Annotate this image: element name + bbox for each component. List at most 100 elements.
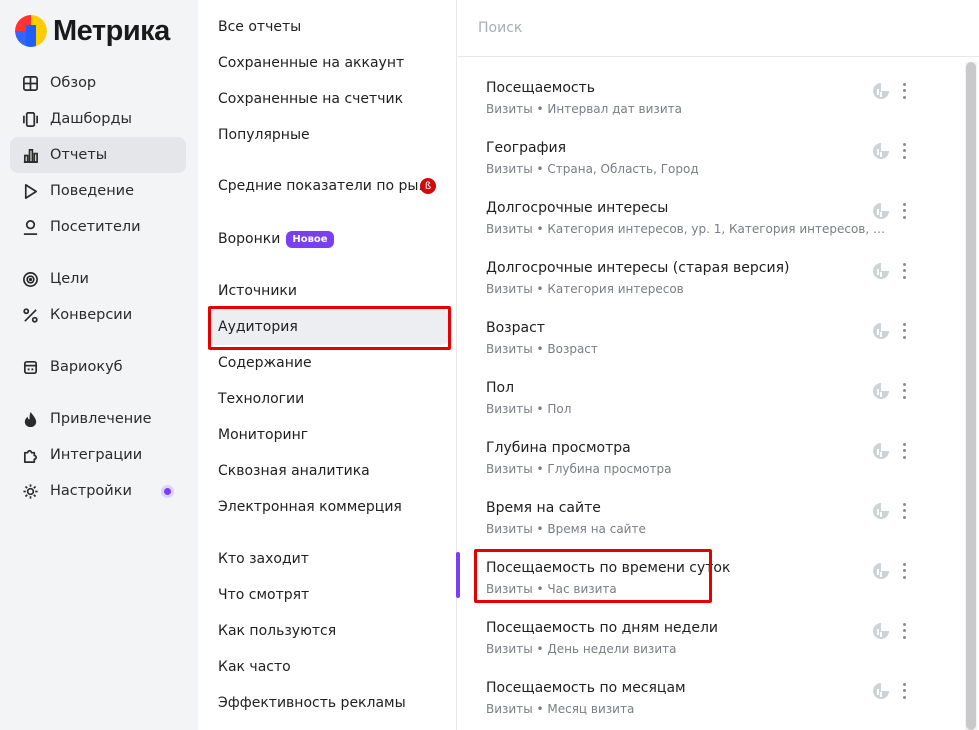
report-chart-icon[interactable]	[872, 142, 890, 160]
more-options-icon[interactable]	[900, 261, 908, 281]
menu-item-audience[interactable]: Аудитория	[208, 309, 448, 345]
report-chart-icon[interactable]	[872, 622, 890, 640]
report-row[interactable]: Посещаемость по дням недели Визиты • День…	[474, 617, 954, 669]
sidebar-item-variocube[interactable]: Вариокуб	[10, 349, 186, 385]
report-row[interactable]: Глубина просмотра Визиты • Глубина просмо…	[474, 437, 954, 489]
sidebar-item-dashboards[interactable]: Дашборды	[10, 101, 186, 137]
report-chart-icon[interactable]	[872, 262, 890, 280]
report-row[interactable]: Возраст Визиты • Возраст	[474, 317, 954, 369]
sidebar: Метрика Обзор Дашборды Отчеты Поведение …	[0, 0, 198, 730]
visitors-icon	[21, 218, 39, 236]
report-chart-icon[interactable]	[872, 682, 890, 700]
menu-item-content[interactable]: Содержание	[208, 345, 448, 381]
report-row[interactable]: Посещаемость Визиты • Интервал дат визита	[474, 77, 954, 129]
report-title: География	[486, 140, 567, 156]
goals-icon	[21, 270, 39, 288]
menu-item-funnels[interactable]: Воронки Новое	[208, 221, 448, 257]
report-chart-icon[interactable]	[872, 322, 890, 340]
report-chart-icon[interactable]	[872, 382, 890, 400]
more-options-icon[interactable]	[900, 561, 908, 581]
menu-item-all-reports[interactable]: Все отчеты	[208, 9, 448, 45]
report-subtitle: Визиты • Возраст	[486, 342, 598, 356]
menu-item-label: Кто заходит	[218, 551, 309, 567]
menu-item-monitoring[interactable]: Мониторинг	[208, 417, 448, 453]
menu-item-end-to-end-analytics[interactable]: Сквозная аналитика	[208, 453, 448, 489]
report-row[interactable]: География Визиты • Страна, Область, Город	[474, 137, 954, 189]
menu-item-how-they-use[interactable]: Как пользуются	[208, 613, 448, 649]
report-categories-menu: Все отчеты Сохраненные на аккаунт Сохран…	[198, 0, 457, 730]
more-options-icon[interactable]	[900, 501, 908, 521]
sidebar-item-conversions[interactable]: Конверсии	[10, 297, 186, 333]
menu-item-popular[interactable]: Популярные	[208, 117, 448, 153]
menu-item-saved-counter[interactable]: Сохраненные на счетчик	[208, 81, 448, 117]
sidebar-item-label: Конверсии	[50, 307, 133, 323]
menu-item-what-they-view[interactable]: Что смотрят	[208, 577, 448, 613]
report-row[interactable]: Посещаемость по месяцам Визиты • Месяц ви…	[474, 677, 954, 729]
report-subtitle: Визиты • Пол	[486, 402, 572, 416]
settings-icon	[21, 482, 39, 500]
integrations-icon	[21, 446, 39, 464]
report-subtitle: Визиты • Категория интересов	[486, 282, 684, 296]
menu-item-label: Сохраненные на аккаунт	[218, 55, 405, 71]
report-chart-icon[interactable]	[872, 202, 890, 220]
variocube-icon	[21, 358, 39, 376]
report-subtitle: Визиты • Категория интересов, ур. 1, Кат…	[486, 222, 886, 236]
report-title: Посещаемость по дням недели	[486, 620, 719, 636]
sidebar-item-behavior[interactable]: Поведение	[10, 173, 186, 209]
report-row[interactable]: Долгосрочные интересы Визиты • Категория …	[474, 197, 954, 249]
sidebar-item-label: Посетители	[50, 219, 141, 235]
report-subtitle: Визиты • Час визита	[486, 582, 617, 596]
menu-item-technologies[interactable]: Технологии	[208, 381, 448, 417]
menu-item-ad-effectiveness[interactable]: Эффективность рекламы	[208, 685, 448, 721]
report-subtitle: Визиты • День недели визита	[486, 642, 677, 656]
report-row[interactable]: Пол Визиты • Пол	[474, 377, 954, 429]
more-options-icon[interactable]	[900, 321, 908, 341]
sidebar-item-overview[interactable]: Обзор	[10, 65, 186, 101]
logo[interactable]: Метрика	[15, 14, 170, 48]
sidebar-item-label: Привлечение	[50, 411, 152, 427]
more-options-icon[interactable]	[900, 381, 908, 401]
more-options-icon[interactable]	[900, 621, 908, 641]
sidebar-item-goals[interactable]: Цели	[10, 261, 186, 297]
report-chart-icon[interactable]	[872, 562, 890, 580]
menu-item-how-often[interactable]: Как часто	[208, 649, 448, 685]
sidebar-item-acquisition[interactable]: Привлечение	[10, 401, 186, 437]
sidebar-item-label: Дашборды	[50, 111, 132, 127]
menu-item-sources[interactable]: Источники	[208, 273, 448, 309]
new-badge: Новое	[286, 230, 334, 248]
scrollbar[interactable]	[965, 62, 977, 730]
report-title: Посещаемость	[486, 80, 596, 96]
report-subtitle: Визиты • Страна, Область, Город	[486, 162, 699, 176]
menu-item-label: Электронная коммерция	[218, 499, 402, 515]
menu-item-label: Все отчеты	[218, 19, 302, 35]
report-chart-icon[interactable]	[872, 442, 890, 460]
report-row[interactable]: Время на сайте Визиты • Время на сайте	[474, 497, 954, 549]
report-row[interactable]: Посещаемость по времени суток Визиты • Ча…	[474, 557, 954, 609]
menu-item-label: Как пользуются	[218, 623, 337, 639]
menu-item-ecommerce[interactable]: Электронная коммерция	[208, 489, 448, 525]
sidebar-item-integrations[interactable]: Интеграции	[10, 437, 186, 473]
beta-badge: ß	[420, 178, 436, 194]
more-options-icon[interactable]	[900, 141, 908, 161]
report-chart-icon[interactable]	[872, 82, 890, 100]
menu-item-who-visits[interactable]: Кто заходит	[208, 541, 448, 577]
more-options-icon[interactable]	[900, 441, 908, 461]
report-title: Глубина просмотра	[486, 440, 631, 456]
more-options-icon[interactable]	[900, 81, 908, 101]
report-chart-icon[interactable]	[872, 502, 890, 520]
sidebar-item-visitors[interactable]: Посетители	[10, 209, 186, 245]
sidebar-item-settings[interactable]: Настройки	[10, 473, 186, 509]
menu-item-saved-account[interactable]: Сохраненные на аккаунт	[208, 45, 448, 81]
report-row[interactable]: Долгосрочные интересы (старая версия) Виз…	[474, 257, 954, 309]
more-options-icon[interactable]	[900, 201, 908, 221]
menu-item-label: Аудитория	[218, 319, 298, 335]
search-input[interactable]	[478, 20, 898, 36]
sidebar-item-reports[interactable]: Отчеты	[10, 137, 186, 173]
report-title: Время на сайте	[486, 500, 601, 516]
active-report-indicator	[456, 552, 460, 598]
sidebar-item-label: Интеграции	[50, 447, 143, 463]
menu-item-market-averages[interactable]: Средние показатели по ры... ß	[208, 168, 448, 204]
more-options-icon[interactable]	[900, 681, 908, 701]
scrollbar-thumb[interactable]	[966, 62, 976, 730]
sidebar-item-label: Вариокуб	[50, 359, 123, 375]
